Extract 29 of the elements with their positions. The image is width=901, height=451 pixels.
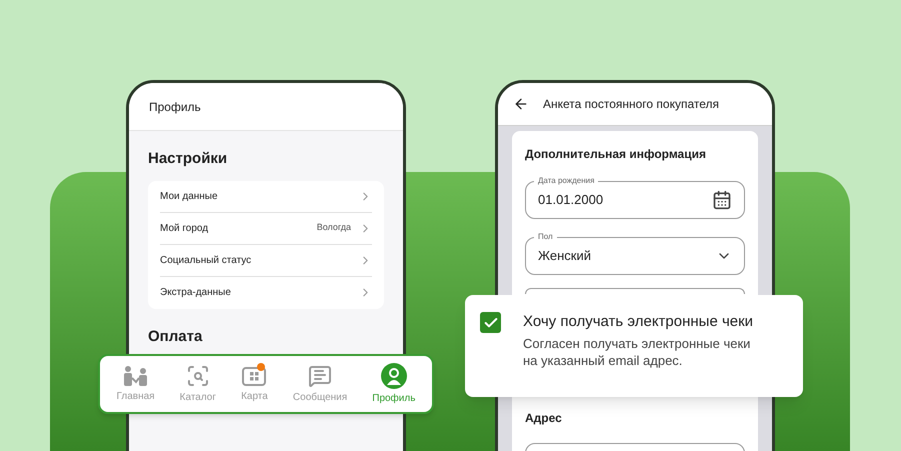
- item-label: Мой город: [160, 222, 210, 236]
- section-heading: Дополнительная информация: [525, 146, 707, 163]
- nav-tab[interactable]: Профиль: [372, 362, 416, 406]
- settings-item[interactable]: Социальный статус: [160, 244, 372, 276]
- people-icon: [122, 364, 149, 386]
- settings-item[interactable]: Мой город Вологда: [160, 212, 372, 244]
- field-value: Женский: [538, 247, 592, 266]
- section-heading: Оплата: [148, 326, 204, 346]
- screen-title: Профиль: [149, 98, 201, 116]
- scan-search-icon: [186, 364, 210, 388]
- input-field[interactable]: [525, 288, 745, 294]
- field-label: Дата рождения: [534, 175, 598, 187]
- checkbox[interactable]: [480, 312, 501, 333]
- settings-item[interactable]: Экстра-данные: [160, 276, 372, 308]
- section-heading: Адрес: [525, 410, 563, 427]
- item-label: Социальный статус: [160, 254, 252, 268]
- consent-text: Согласен получать электронные чеки на указанный email адрес.: [523, 335, 752, 369]
- item-value: Вологда: [316, 221, 351, 234]
- field-value: 01.01.2000: [538, 191, 604, 210]
- item-label: Мои данные: [160, 190, 219, 204]
- card-icon: [241, 364, 268, 386]
- calendar-icon: [712, 190, 732, 210]
- section-heading: Настройки: [148, 149, 228, 169]
- screen-title: Анкета постоянного покупателя: [543, 96, 720, 113]
- settings-item[interactable]: Мои данные: [160, 180, 372, 212]
- message-icon: [308, 364, 332, 388]
- consent-title: Хочу получать электронные чеки: [523, 312, 754, 332]
- user-icon: [380, 362, 407, 388]
- item-label: Экстра-данные: [160, 286, 232, 300]
